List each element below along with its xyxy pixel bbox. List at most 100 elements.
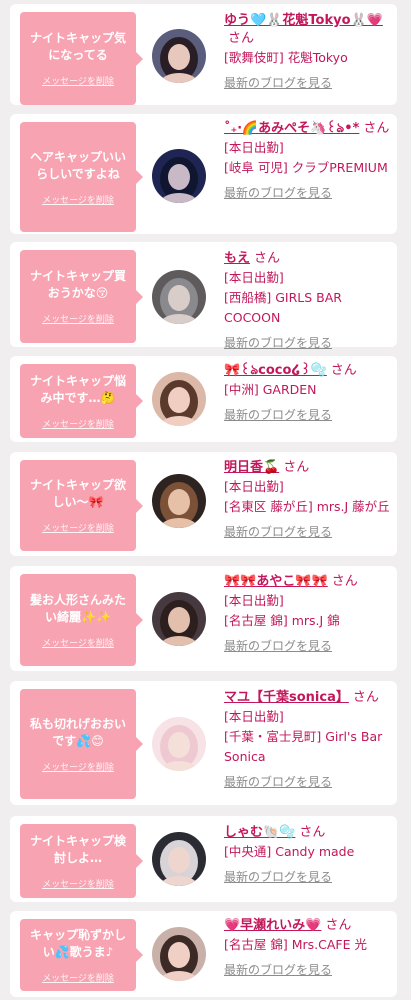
message-bubble: 髪お人形さんみたい綺麗✨✨ メッセージを削除 <box>20 574 143 666</box>
shop-info-line: [本日出勤] <box>224 709 284 724</box>
message-bubble: ヘアキャップいいらしいですよねメッセージを削除 <box>20 122 143 232</box>
cast-avatar[interactable] <box>152 927 206 981</box>
message-card: 髪お人形さんみたい綺麗✨✨ メッセージを削除 🎀🎀あやこ🎀🎀 さん [本日出勤] [名古屋… <box>10 566 397 671</box>
honorific: さん <box>254 251 281 266</box>
cast-avatar[interactable] <box>152 149 206 203</box>
honorific: さん <box>325 918 352 933</box>
cast-avatar[interactable] <box>152 592 206 646</box>
message-card: ヘアキャップいいらしいですよね メッセージを削除 ˚₊‧🌈あみぺそ🦄꒰ঌ•* さん [本… <box>10 114 397 234</box>
shop-info-line: [名古屋 錦] Mrs.CAFE 光 <box>224 937 367 952</box>
shop-info-line: [名東区 藤が丘] mrs.J 藤が丘 <box>224 499 390 514</box>
shop-info-line: [中央通] Candy made <box>224 844 355 859</box>
honorific: さん <box>228 31 255 46</box>
avatar-photo <box>152 270 206 324</box>
delete-message-link[interactable]: メッセージを削除 <box>42 521 114 534</box>
avatar-photo <box>152 592 206 646</box>
cast-name-line: もえ さん <box>224 250 391 268</box>
message-card: ナイトキャップ悩み中です…🤔 メッセージを削除 🎀꒰ঌcoco໒꒱🫧 さん [中洲] G… <box>10 356 397 442</box>
avatar-photo <box>152 372 206 426</box>
cast-avatar[interactable] <box>152 717 206 771</box>
delete-message-link[interactable]: メッセージを削除 <box>42 971 114 984</box>
message-bubble: ナイトキャップ欲しい〜🎀 メッセージを削除 <box>20 460 143 551</box>
shop-info-line: [中洲] GARDEN <box>224 382 317 397</box>
message-bubble: 私も切れげおおいです💦😊 メッセージを削除 <box>20 689 143 799</box>
message-text: ナイトキャップ悩み中です…🤔 <box>29 373 126 405</box>
avatar-photo <box>152 832 206 886</box>
cast-name-link[interactable]: ゆう🩵🐰花魁Tokyo🐰💗 <box>224 13 383 28</box>
cast-name-link[interactable]: もえ <box>224 251 250 266</box>
cast-name-line: マユ【千葉sonica】 さん <box>224 689 391 707</box>
message-card: ナイトキャップ買おうかな😚 メッセージを削除 もえ さん [本日出勤] [西船橋] GIR… <box>10 242 397 350</box>
cast-avatar[interactable] <box>152 29 206 83</box>
cast-name-link[interactable]: 💗早瀬れいみ💗 <box>224 918 321 933</box>
shop-info-line: [本日出勤] <box>224 479 284 494</box>
latest-blog-link[interactable]: 最新のブログを見る <box>224 184 332 201</box>
message-text: 髪お人形さんみたい綺麗✨✨ <box>29 592 126 624</box>
delete-message-link[interactable]: メッセージを削除 <box>42 636 114 649</box>
delete-message-link[interactable]: メッセージを削除 <box>42 74 114 87</box>
message-text: ナイトキャップ気になってる <box>29 31 126 62</box>
message-bubble: ナイトキャップ検討しよ… メッセージを削除 <box>20 824 143 898</box>
message-bubble: キャップ恥ずかしい💦歌うま♪ メッセージを削除 <box>20 919 143 991</box>
shop-info-line: [名古屋 錦] mrs.J 錦 <box>224 613 340 628</box>
cast-name-link[interactable]: 🎀꒰ঌcoco໒꒱🫧 <box>224 363 327 378</box>
cast-avatar[interactable] <box>152 832 206 886</box>
cast-name-line: 🎀꒰ঌcoco໒꒱🫧 さん <box>224 362 391 380</box>
latest-blog-link[interactable]: 最新のブログを見る <box>224 406 332 423</box>
conversation-list: ナイトキャップ気になってる メッセージを削除 ゆう🩵🐰花魁Tokyo🐰💗 さん [歌舞伎… <box>0 0 411 1000</box>
shop-info-line: [西船橋] GIRLS BAR COCOON <box>224 290 342 325</box>
latest-blog-link[interactable]: 最新のブログを見る <box>224 961 332 978</box>
honorific: さん <box>330 363 357 378</box>
cast-avatar[interactable] <box>152 270 206 324</box>
shop-info-line: [本日出勤] <box>224 270 284 285</box>
latest-blog-link[interactable]: 最新のブログを見る <box>224 74 332 91</box>
honorific: さん <box>299 825 326 840</box>
avatar-photo <box>152 29 206 83</box>
message-text: ナイトキャップ検討しよ… <box>29 833 126 865</box>
cast-name-link[interactable]: ˚₊‧🌈あみぺそ🦄꒰ঌ•* <box>224 121 359 136</box>
latest-blog-link[interactable]: 最新のブログを見る <box>224 334 332 351</box>
cast-info: ゆう🩵🐰花魁Tokyo🐰💗 さん [歌舞伎町] 花魁Tokyo 最新のブログを見る <box>224 12 391 91</box>
cast-info: ˚₊‧🌈あみぺそ🦄꒰ঌ•* さん [本日出勤] [岐阜 可児] クラブPREMIUM 最… <box>224 120 391 201</box>
cast-name-line: 明日香🍒 さん <box>224 459 391 477</box>
delete-message-link[interactable]: メッセージを削除 <box>42 312 114 325</box>
latest-blog-link[interactable]: 最新のブログを見る <box>224 773 332 790</box>
delete-message-link[interactable]: メッセージを削除 <box>42 877 114 890</box>
message-card: ナイトキャップ気になってる メッセージを削除 ゆう🩵🐰花魁Tokyo🐰💗 さん [歌舞伎… <box>10 4 397 105</box>
cast-name-line: ゆう🩵🐰花魁Tokyo🐰💗 さん <box>224 12 391 48</box>
cast-info: 明日香🍒 さん [本日出勤] [名東区 藤が丘] mrs.J 藤が丘 最新のブログを見る <box>224 459 391 540</box>
message-text: 私も切れげおおいです💦😊 <box>29 716 126 748</box>
honorific: さん <box>363 121 390 136</box>
latest-blog-link[interactable]: 最新のブログを見る <box>224 523 332 540</box>
cast-name-line: しゃむ🐚🫧 さん <box>224 824 391 842</box>
cast-info: もえ さん [本日出勤] [西船橋] GIRLS BAR COCOON 最新のブログを見… <box>224 250 391 351</box>
cast-name-link[interactable]: 明日香🍒 <box>224 460 279 475</box>
cast-name-link[interactable]: しゃむ🐚🫧 <box>224 825 295 840</box>
avatar-photo <box>152 474 206 528</box>
cast-avatar[interactable] <box>152 474 206 528</box>
avatar-photo <box>152 717 206 771</box>
latest-blog-link[interactable]: 最新のブログを見る <box>224 868 332 885</box>
message-text: キャップ恥ずかしい💦歌うま♪ <box>29 927 126 959</box>
message-bubble: ナイトキャップ悩み中です…🤔 メッセージを削除 <box>20 364 143 438</box>
cast-avatar[interactable] <box>152 372 206 426</box>
delete-message-link[interactable]: メッセージを削除 <box>42 193 114 206</box>
delete-message-link[interactable]: メッセージを削除 <box>42 417 114 430</box>
message-text: ナイトキャップ買おうかな😚 <box>29 269 126 300</box>
shop-info-line: [本日出勤] <box>224 593 284 608</box>
cast-name-line: ˚₊‧🌈あみぺそ🦄꒰ঌ•* さん <box>224 120 391 138</box>
cast-name-link[interactable]: 🎀🎀あやこ🎀🎀 <box>224 574 328 589</box>
avatar-photo <box>152 927 206 981</box>
message-text: ヘアキャップいいらしいですよね <box>29 149 126 181</box>
honorific: さん <box>352 690 379 705</box>
cast-name-line: 💗早瀬れいみ💗 さん <box>224 917 391 935</box>
delete-message-link[interactable]: メッセージを削除 <box>42 760 114 773</box>
cast-name-link[interactable]: マユ【千葉sonica】 <box>224 690 349 705</box>
latest-blog-link[interactable]: 最新のブログを見る <box>224 637 332 654</box>
honorific: さん <box>331 574 358 589</box>
message-bubble: ナイトキャップ気になってるメッセージを削除 <box>20 12 143 105</box>
message-card: 私も切れげおおいです💦😊 メッセージを削除 マユ【千葉sonica】 さん [本日出勤]… <box>10 681 397 805</box>
cast-info: マユ【千葉sonica】 さん [本日出勤] [千葉・富士見町] Girl's Bar… <box>224 689 391 790</box>
message-card: ナイトキャップ欲しい〜🎀 メッセージを削除 明日香🍒 さん [本日出勤] [名東区 藤が丘… <box>10 452 397 556</box>
shop-info-line: [岐阜 可児] クラブPREMIUM <box>224 160 388 175</box>
